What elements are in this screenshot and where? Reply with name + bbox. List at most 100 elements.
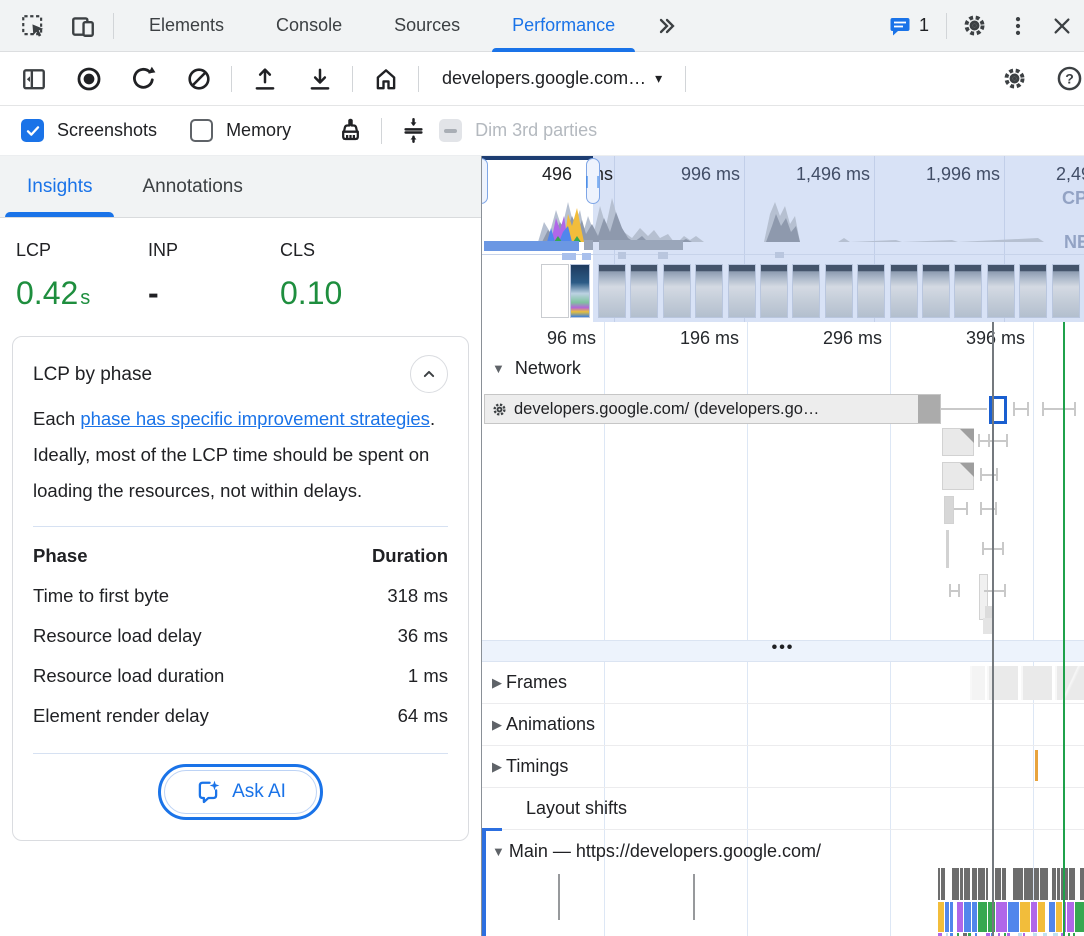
screenshot-thumbnail[interactable] bbox=[954, 264, 982, 318]
ruler-tick: 196 ms bbox=[655, 328, 739, 349]
triangle-down-icon[interactable]: ▼ bbox=[492, 361, 505, 376]
screenshot-thumbnail[interactable] bbox=[1052, 264, 1080, 318]
screenshots-label[interactable]: Screenshots bbox=[57, 120, 157, 141]
divider bbox=[946, 13, 947, 39]
selection-left-handle[interactable]: ❘ bbox=[482, 158, 488, 204]
collapse-card-button[interactable] bbox=[410, 355, 448, 393]
screenshot-thumbnail[interactable] bbox=[890, 264, 918, 318]
screenshot-thumbnail[interactable] bbox=[728, 264, 756, 318]
overview-tick: 496 bbox=[512, 164, 572, 185]
screenshot-thumbnail[interactable] bbox=[792, 264, 820, 318]
flame-bar bbox=[995, 868, 1001, 900]
ask-ai-spark-icon bbox=[195, 779, 221, 805]
reload-record-icon[interactable] bbox=[116, 59, 171, 99]
triangle-right-icon[interactable]: ▶ bbox=[492, 717, 502, 733]
tab-annotations[interactable]: Annotations bbox=[117, 156, 267, 217]
tab-console[interactable]: Console bbox=[250, 0, 368, 52]
playhead-line[interactable] bbox=[992, 322, 994, 936]
collapse-rows-icon[interactable] bbox=[387, 111, 439, 151]
flame-bar bbox=[1075, 902, 1084, 932]
overview-tick: 1,496 ms bbox=[770, 164, 870, 185]
table-row: Time to first byte318 ms bbox=[33, 576, 448, 616]
screenshot-thumbnail[interactable] bbox=[760, 264, 788, 318]
clear-icon[interactable] bbox=[171, 59, 226, 99]
improvement-strategies-link[interactable]: phase has specific improvement strategie… bbox=[80, 408, 430, 429]
track-resizer[interactable]: ••• bbox=[482, 640, 1084, 662]
divider bbox=[418, 66, 419, 92]
record-icon[interactable] bbox=[61, 59, 116, 99]
network-request-bar[interactable]: developers.google.com/ (developers.go… bbox=[484, 394, 941, 424]
screenshot-thumbnail[interactable] bbox=[663, 264, 691, 318]
inspect-element-icon[interactable] bbox=[8, 6, 58, 46]
screenshot-thumbnail[interactable] bbox=[987, 264, 1015, 318]
screenshot-thumbnail[interactable] bbox=[857, 264, 885, 318]
screenshot-thumbnail[interactable] bbox=[695, 264, 723, 318]
home-icon[interactable] bbox=[358, 59, 413, 99]
timeline-overview[interactable]: 496 ms 996 ms 1,496 ms 1,996 ms 2,496 ms bbox=[482, 156, 1084, 322]
tab-sources[interactable]: Sources bbox=[368, 0, 486, 52]
tab-performance[interactable]: Performance bbox=[486, 0, 641, 52]
flame-bar bbox=[941, 868, 945, 900]
overview-tick: 1,996 ms bbox=[900, 164, 1000, 185]
flame-bar bbox=[957, 902, 963, 932]
capture-settings-gear-icon[interactable] bbox=[987, 59, 1042, 99]
tab-elements[interactable]: Elements bbox=[123, 0, 250, 52]
divider bbox=[113, 13, 114, 39]
metric-label: INP bbox=[148, 240, 280, 261]
issues-button[interactable]: 1 bbox=[876, 14, 941, 38]
triangle-down-icon[interactable]: ▼ bbox=[492, 844, 505, 859]
timeline-main-grid[interactable]: 96 ms 196 ms 296 ms 396 ms ▼ Network dev… bbox=[482, 322, 1084, 936]
flame-bar bbox=[1057, 868, 1061, 900]
phase-table-header: PhaseDuration bbox=[33, 536, 448, 576]
close-icon[interactable] bbox=[1040, 6, 1084, 46]
upload-profile-icon[interactable] bbox=[237, 59, 292, 99]
animations-track[interactable]: ▶ Animations bbox=[482, 704, 1084, 746]
flame-bar bbox=[950, 902, 953, 932]
network-overview-bar bbox=[562, 253, 576, 260]
flame-bar bbox=[960, 868, 963, 900]
flame-bar bbox=[996, 902, 1008, 932]
help-icon[interactable]: ? bbox=[1042, 59, 1084, 99]
settings-gear-icon[interactable] bbox=[952, 6, 996, 46]
resizer-dots: ••• bbox=[772, 647, 795, 656]
timing-marker[interactable] bbox=[1035, 750, 1038, 781]
flame-bar bbox=[1052, 868, 1055, 900]
history-url-selector[interactable]: developers.google.com… ▾ bbox=[424, 68, 680, 89]
screenshots-checkbox[interactable] bbox=[21, 119, 44, 142]
screenshot-thumbnail[interactable] bbox=[922, 264, 950, 318]
timings-track[interactable]: ▶ Timings bbox=[482, 746, 1084, 788]
network-track-header[interactable]: ▼ Network bbox=[492, 358, 581, 379]
divider bbox=[352, 66, 353, 92]
tab-insights[interactable]: Insights bbox=[2, 156, 117, 217]
screenshot-thumbnail[interactable] bbox=[570, 264, 590, 318]
overview-tick: 996 ms bbox=[660, 164, 740, 185]
network-overview-bar bbox=[658, 252, 668, 259]
flame-bar bbox=[1013, 868, 1023, 900]
main-thread-track[interactable]: ▼ Main — https://developers.google.com/ bbox=[482, 830, 1084, 872]
screenshot-thumbnail[interactable] bbox=[630, 264, 658, 318]
menu-dots-icon[interactable] bbox=[996, 6, 1040, 46]
toggle-sidebar-icon[interactable] bbox=[6, 59, 61, 99]
triangle-right-icon[interactable]: ▶ bbox=[492, 675, 502, 691]
selection-right-handle[interactable]: ❘❘ bbox=[586, 158, 600, 204]
panel-tabs: Elements Console Sources Performance bbox=[123, 0, 641, 52]
flame-bar bbox=[1069, 868, 1075, 900]
screenshot-thumbnail[interactable] bbox=[598, 264, 626, 318]
layout-shifts-track[interactable]: Layout shifts bbox=[482, 788, 1084, 830]
ask-ai-button[interactable]: Ask AI bbox=[158, 764, 323, 820]
garbage-collect-brush-icon[interactable] bbox=[324, 111, 376, 151]
flame-bar bbox=[964, 902, 971, 932]
metric-inp: INP - bbox=[148, 240, 280, 312]
memory-label[interactable]: Memory bbox=[226, 120, 291, 141]
screenshot-thumbnail[interactable] bbox=[541, 264, 569, 318]
memory-checkbox[interactable] bbox=[190, 119, 213, 142]
screenshot-thumbnail[interactable] bbox=[825, 264, 853, 318]
net-lane-label: NET bbox=[1064, 232, 1084, 253]
screenshot-thumbnail[interactable] bbox=[1019, 264, 1047, 318]
flame-bar bbox=[978, 902, 987, 932]
download-profile-icon[interactable] bbox=[292, 59, 347, 99]
more-tabs-icon[interactable] bbox=[641, 6, 691, 46]
device-toolbar-icon[interactable] bbox=[58, 6, 108, 46]
metric-label: CLS bbox=[280, 240, 412, 261]
triangle-right-icon[interactable]: ▶ bbox=[492, 759, 502, 775]
